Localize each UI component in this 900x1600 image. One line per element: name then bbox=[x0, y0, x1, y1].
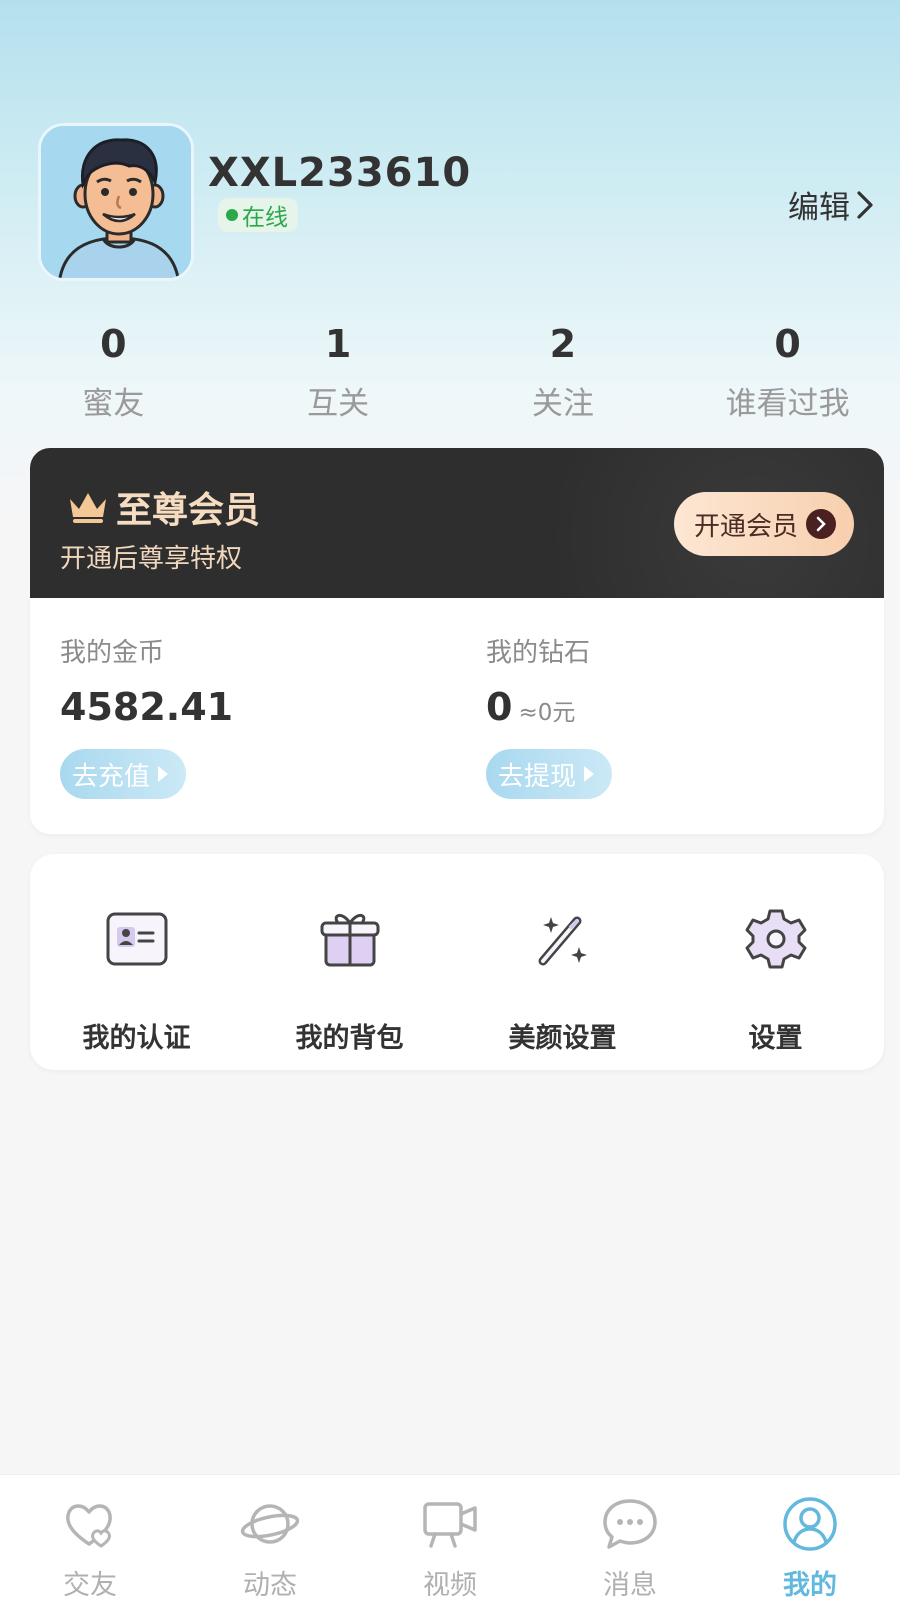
edit-profile-button[interactable]: 编辑 bbox=[788, 182, 874, 227]
edit-label: 编辑 bbox=[788, 190, 850, 226]
coins-value-row: 4582.41 bbox=[60, 685, 233, 729]
recharge-button[interactable]: 去充值 bbox=[60, 749, 187, 799]
diamonds-value-row: 0 ≈0元 bbox=[486, 685, 612, 729]
arrow-right-circle-icon bbox=[806, 509, 836, 539]
tools-card: 我的认证 我的背包 美颜设置 设置 bbox=[30, 854, 884, 1070]
coins-value: 4582.41 bbox=[60, 685, 234, 729]
online-status-badge: 在线 bbox=[218, 198, 298, 232]
tool-label: 设置 bbox=[748, 1023, 803, 1054]
chevron-right-icon bbox=[857, 190, 873, 219]
gift-icon bbox=[320, 914, 379, 967]
chat-bubble-icon bbox=[603, 1499, 657, 1549]
nav-tab-moments[interactable]: 动态 bbox=[180, 1475, 360, 1600]
vip-subtitle: 开通后尊享特权 bbox=[60, 544, 243, 574]
diamonds-approx: ≈0元 bbox=[518, 700, 576, 726]
avatar[interactable] bbox=[38, 123, 194, 281]
play-triangle-icon bbox=[584, 766, 595, 782]
nav-label: 我的 bbox=[783, 1570, 837, 1600]
wallet-card: 我的金币 4582.41 去充值 我的钻石 0 ≈0元 去提现 bbox=[30, 598, 884, 834]
stat-mutual-follow[interactable]: 1 互关 bbox=[226, 322, 451, 423]
coins-label: 我的金币 bbox=[60, 638, 165, 668]
diamonds-label: 我的钻石 bbox=[486, 638, 591, 668]
id-card-icon bbox=[106, 912, 167, 966]
vip-card[interactable]: 至尊会员 开通后尊享特权 开通会员 bbox=[30, 448, 884, 598]
gear-icon bbox=[745, 909, 806, 969]
vip-title-text: 至尊会员 bbox=[116, 490, 261, 531]
online-status-label: 在线 bbox=[242, 205, 288, 231]
coins-section: 我的金币 4582.41 去充值 bbox=[60, 632, 233, 799]
tool-label: 我的背包 bbox=[295, 1023, 404, 1054]
stat-label: 蜜友 bbox=[82, 386, 145, 422]
open-vip-label: 开通会员 bbox=[693, 511, 798, 542]
nav-tab-dating[interactable]: 交友 bbox=[0, 1475, 180, 1600]
user-circle-icon bbox=[783, 1497, 837, 1551]
stat-value: 0 bbox=[774, 322, 801, 366]
stats-row: 0 蜜友 1 互关 2 关注 0 谁看过我 bbox=[0, 322, 900, 423]
vip-title: 至尊会员 bbox=[66, 481, 260, 533]
diamonds-value: 0 bbox=[486, 685, 513, 729]
tool-label: 我的认证 bbox=[82, 1023, 191, 1054]
diamonds-section: 我的钻石 0 ≈0元 去提现 bbox=[486, 632, 613, 799]
nav-tab-me[interactable]: 我的 bbox=[720, 1475, 900, 1600]
tool-label: 美颜设置 bbox=[508, 1023, 617, 1054]
stat-value: 1 bbox=[324, 322, 352, 366]
bottom-nav: 交友 动态 视频 消息 我的 bbox=[0, 1474, 900, 1600]
open-vip-button[interactable]: 开通会员 bbox=[673, 492, 854, 556]
stat-following[interactable]: 2 关注 bbox=[451, 322, 676, 423]
nav-tab-video[interactable]: 视频 bbox=[360, 1475, 540, 1600]
stat-label: 互关 bbox=[307, 386, 370, 422]
play-triangle-icon bbox=[158, 766, 169, 782]
stat-friends[interactable]: 0 蜜友 bbox=[1, 322, 226, 423]
withdraw-label: 去提现 bbox=[498, 761, 577, 792]
recharge-label: 去充值 bbox=[72, 761, 151, 792]
avatar-illustration bbox=[41, 126, 191, 278]
hearts-icon bbox=[66, 1504, 112, 1548]
withdraw-button[interactable]: 去提现 bbox=[486, 749, 613, 799]
tool-my-verification[interactable]: 我的认证 bbox=[30, 854, 243, 1070]
username: XXL233610 bbox=[208, 150, 472, 196]
video-camera-icon bbox=[423, 1502, 477, 1548]
planet-icon bbox=[240, 1504, 300, 1544]
tool-settings[interactable]: 设置 bbox=[669, 854, 882, 1070]
stat-label: 谁看过我 bbox=[725, 386, 850, 422]
stat-visitors[interactable]: 0 谁看过我 bbox=[675, 322, 900, 423]
nav-label: 交友 bbox=[63, 1570, 117, 1600]
tool-beauty-settings[interactable]: 美颜设置 bbox=[456, 854, 669, 1070]
magic-wand-icon bbox=[538, 916, 587, 966]
crown-icon bbox=[70, 493, 106, 523]
stat-label: 关注 bbox=[531, 386, 594, 422]
nav-label: 动态 bbox=[243, 1570, 297, 1600]
stat-value: 0 bbox=[100, 322, 127, 366]
nav-label: 消息 bbox=[603, 1570, 657, 1600]
online-dot-icon bbox=[226, 209, 238, 221]
stat-value: 2 bbox=[549, 322, 577, 366]
tool-my-backpack[interactable]: 我的背包 bbox=[243, 854, 456, 1070]
nav-label: 视频 bbox=[423, 1570, 477, 1600]
nav-tab-messages[interactable]: 消息 bbox=[540, 1475, 720, 1600]
